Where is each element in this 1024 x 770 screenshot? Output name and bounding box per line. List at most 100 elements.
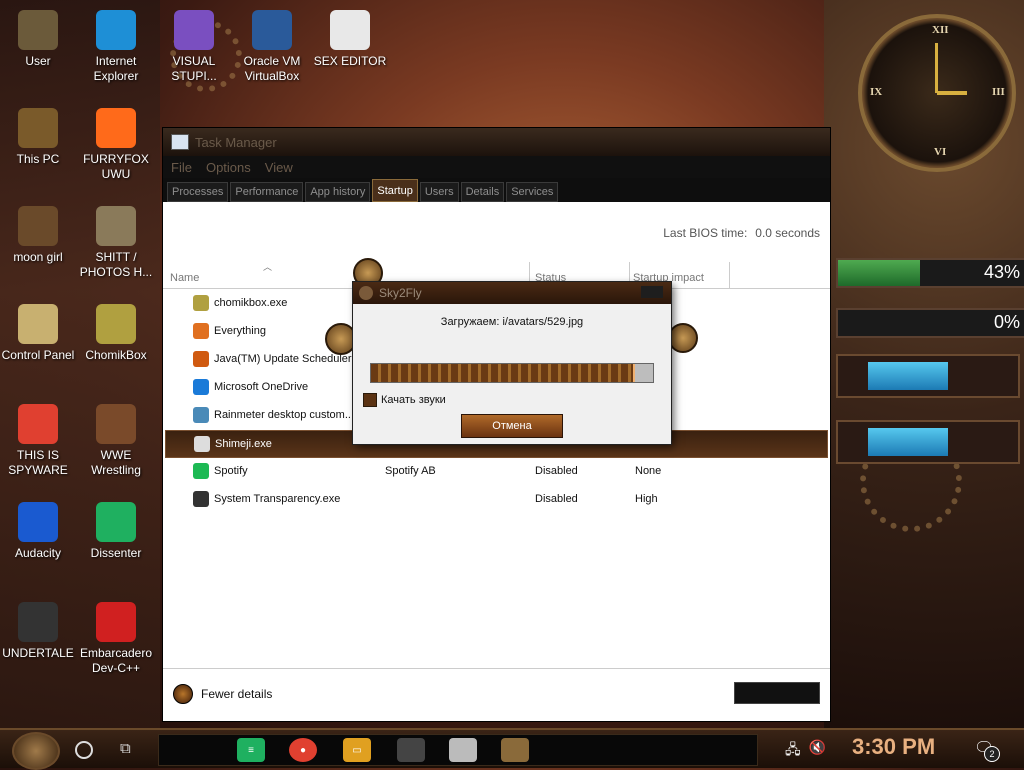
desktop-icon[interactable]: FURRYFOX UWU <box>78 108 154 182</box>
startup-impact: None <box>635 465 662 477</box>
app-name: System Transparency.exe <box>214 493 341 505</box>
photos-taskbar-icon[interactable] <box>449 738 477 762</box>
tab-startup[interactable]: Startup <box>372 179 418 202</box>
sort-ascending-icon: ︿ <box>263 262 273 272</box>
tab-app-history[interactable]: App history <box>305 182 371 202</box>
app-name: Rainmeter desktop custom... <box>214 409 355 421</box>
collapse-icon <box>173 684 193 704</box>
startup-row[interactable]: System Transparency.exe Disabled High <box>165 486 828 512</box>
window-title: Task Manager <box>195 134 277 150</box>
tab-strip: Processes Performance App history Startu… <box>163 178 830 202</box>
file-explorer-taskbar-icon[interactable]: ▭ <box>343 738 371 762</box>
menu-file[interactable]: File <box>171 160 192 175</box>
bios-time: Last BIOS time: 0.0 seconds <box>655 226 820 240</box>
column-name[interactable]: Name <box>170 272 199 284</box>
desktop-icon[interactable]: User <box>0 10 76 69</box>
download-progress-fill <box>371 364 636 382</box>
cpu-percent: 43% <box>983 262 1020 282</box>
desktop-icon[interactable]: ChomikBox <box>78 304 154 363</box>
desktop-icon-label: VISUAL STUPI... <box>171 54 217 83</box>
fewer-details-button[interactable]: Fewer details <box>173 684 272 704</box>
chrome-icon <box>18 404 58 444</box>
edge-icon <box>96 10 136 50</box>
menu-bar: File Options View <box>163 156 830 178</box>
desktop-icon[interactable]: Internet Explorer <box>78 10 154 84</box>
app-name: Microsoft OneDrive <box>214 381 309 393</box>
hxd-icon <box>330 10 370 50</box>
clock-hour-hand <box>937 91 967 95</box>
sky2fly-taskbar-icon[interactable] <box>501 738 529 762</box>
task-manager-titlebar[interactable]: Task Manager <box>163 128 830 156</box>
tab-details[interactable]: Details <box>460 182 505 202</box>
tab-processes[interactable]: Processes <box>167 182 229 202</box>
status: Disabled <box>535 493 578 505</box>
moon-girl-icon <box>18 206 58 246</box>
task-manager-icon <box>171 134 189 150</box>
chrome-taskbar-icon[interactable]: ● <box>289 738 317 762</box>
network-icon[interactable]: 🖧 <box>785 739 801 761</box>
desktop-icon-label: Internet Explorer <box>93 54 139 83</box>
desktop-icon[interactable]: Oracle VM VirtualBox <box>234 10 310 84</box>
task-view-icon[interactable]: ⧉ <box>120 740 138 757</box>
dissenter-taskbar-icon[interactable]: ≡ <box>237 738 265 762</box>
gimp-icon <box>96 206 136 246</box>
status: Disabled <box>535 465 578 477</box>
desktop-icon[interactable]: WWE Wrestling <box>78 404 154 478</box>
app-name: Shimeji.exe <box>215 438 272 450</box>
start-button[interactable] <box>12 732 60 770</box>
user-icon <box>18 10 58 50</box>
brass-gauge-decoration <box>668 323 698 353</box>
dialog-titlebar[interactable]: Sky2Fly <box>353 282 671 304</box>
notification-icon[interactable]: 🗨 2 <box>974 738 1000 762</box>
desktop-icon[interactable]: moon girl <box>0 206 76 265</box>
publisher: Spotify AB <box>385 465 436 477</box>
task-manager-taskbar-icon[interactable] <box>397 738 425 762</box>
tab-users[interactable]: Users <box>419 182 459 202</box>
wrench-icon <box>193 491 209 507</box>
tab-services[interactable]: Services <box>506 182 559 202</box>
firefox-icon <box>96 108 136 148</box>
checkbox-label: Качать звуки <box>381 394 446 406</box>
java-icon <box>193 351 209 367</box>
desktop-icon[interactable]: UNDERTALE <box>0 602 76 661</box>
cortana-icon[interactable] <box>75 741 93 759</box>
unity-icon <box>18 602 58 642</box>
desktop-icon[interactable]: Audacity <box>0 502 76 561</box>
desktop-icon-label: WWE Wrestling <box>91 448 141 477</box>
desktop-icon-label: THIS IS SPYWARE <box>8 448 68 477</box>
desktop-icon-label: Dissenter <box>90 546 142 560</box>
desktop-icon-label: SEX EDITOR <box>313 54 387 68</box>
desktop-icon-label: This PC <box>16 152 60 166</box>
desktop-icon[interactable]: Embarcadero Dev-C++ <box>78 602 154 676</box>
desktop-icon-label: ChomikBox <box>85 348 147 362</box>
spotify-icon <box>193 463 209 479</box>
desktop-icon-label: Control Panel <box>1 348 75 362</box>
cpu-meter-fill <box>838 260 920 286</box>
clock-time[interactable]: 3:30 PM <box>852 734 935 760</box>
disk-tube-gauge <box>836 354 1020 398</box>
desktop-icon[interactable]: Dissenter <box>78 502 154 561</box>
download-dialog: Sky2Fly Загружаем: i/avatars/529.jpg Кач… <box>353 282 671 444</box>
cancel-button[interactable]: Отмена <box>461 414 563 438</box>
desktop-icon[interactable]: VISUAL STUPI... <box>156 10 232 84</box>
visual-studio-icon <box>174 10 214 50</box>
download-sounds-checkbox[interactable]: Качать звуки <box>363 393 446 407</box>
fewer-details-label: Fewer details <box>201 687 273 701</box>
tab-performance[interactable]: Performance <box>230 182 304 202</box>
bios-time-label: Last BIOS time: <box>663 226 748 240</box>
chomikbox-icon <box>96 304 136 344</box>
menu-view[interactable]: View <box>265 160 293 175</box>
wwe-icon <box>96 404 136 444</box>
desktop-icon[interactable]: THIS IS SPYWARE <box>0 404 76 478</box>
startup-row[interactable]: Spotify Spotify AB Disabled None <box>165 458 828 484</box>
volume-muted-icon[interactable]: 🔇 <box>809 739 826 761</box>
menu-options[interactable]: Options <box>206 160 251 175</box>
disable-button[interactable] <box>734 682 820 704</box>
desktop-icon[interactable]: SEX EDITOR <box>312 10 388 69</box>
checkbox-box[interactable] <box>363 393 377 407</box>
desktop-icon[interactable]: This PC <box>0 108 76 167</box>
desktop-icon[interactable]: SHITT / PHOTOS H... <box>78 206 154 280</box>
close-icon[interactable] <box>641 286 663 298</box>
shimeji-icon <box>194 436 210 452</box>
desktop-icon[interactable]: Control Panel <box>0 304 76 363</box>
